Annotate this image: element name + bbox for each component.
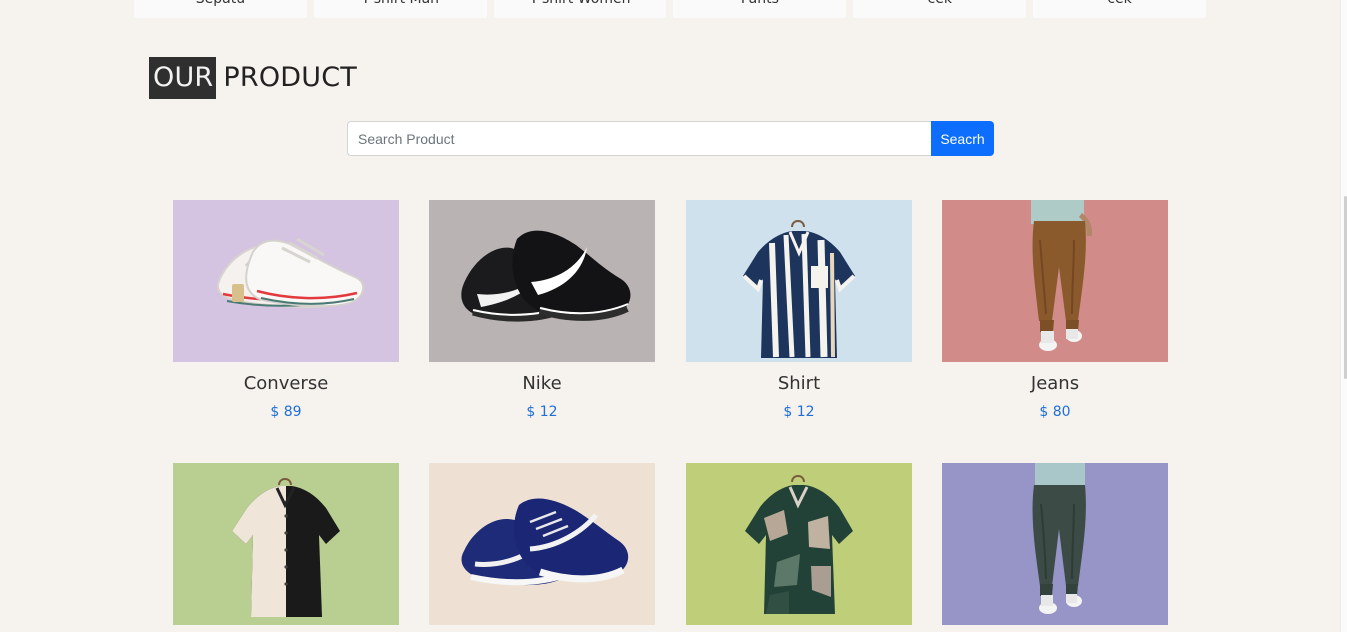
shirt-icon — [686, 463, 912, 625]
product-card[interactable]: Converse $ 89 — [173, 200, 399, 420]
search-bar: Seacrh — [347, 121, 994, 156]
sneaker-icon — [173, 200, 399, 362]
shirt-icon — [173, 463, 399, 625]
product-image[interactable] — [429, 463, 655, 625]
category-label: Pants — [673, 0, 846, 8]
search-button[interactable]: Seacrh — [931, 121, 994, 156]
category-card-sepatu[interactable]: Sepatu — [134, 0, 307, 18]
product-card[interactable] — [173, 463, 399, 625]
product-price: $ 12 — [526, 404, 558, 420]
category-label: T-shirt Women — [494, 0, 667, 8]
product-image[interactable] — [942, 200, 1168, 362]
category-label: cek — [853, 0, 1026, 8]
product-card[interactable]: Shirt $ 12 — [686, 200, 912, 420]
product-image[interactable] — [942, 463, 1168, 625]
product-image[interactable] — [686, 463, 912, 625]
category-label: T-shirt Man — [314, 0, 487, 8]
product-name[interactable]: Shirt — [686, 373, 912, 395]
product-price: $ 80 — [1039, 404, 1071, 420]
product-image[interactable] — [173, 463, 399, 625]
category-card-t-shirt-women[interactable]: T-shirt Women — [493, 0, 667, 18]
category-row: Sepatu T-shirt Man T-shirt Women Pants c… — [134, 0, 1206, 18]
category-label: Sepatu — [134, 0, 307, 8]
product-image[interactable] — [173, 200, 399, 362]
product-card[interactable]: Jeans $ 80 — [942, 200, 1168, 420]
product-name[interactable]: Nike — [429, 373, 655, 395]
section-title: OUR PRODUCT — [149, 57, 357, 99]
category-label: cek — [1033, 0, 1206, 8]
section-title-rest: PRODUCT — [223, 62, 357, 93]
trousers-icon — [942, 463, 1168, 625]
category-card-pants[interactable]: Pants — [673, 0, 847, 18]
trousers-icon — [942, 200, 1168, 362]
product-price: $ 12 — [783, 404, 815, 420]
sneaker-icon — [429, 463, 655, 625]
product-grid: Converse $ 89 Nike $ 12 Shirt $ 12 Jeans… — [173, 200, 1168, 632]
section-title-highlight: OUR — [149, 57, 217, 99]
product-card[interactable] — [686, 463, 912, 625]
product-name[interactable]: Converse — [173, 373, 399, 395]
product-card[interactable] — [942, 463, 1168, 625]
page-scrollbar[interactable] — [1340, 0, 1347, 632]
product-image[interactable] — [686, 200, 912, 362]
product-name[interactable]: Jeans — [942, 373, 1168, 395]
product-image[interactable] — [429, 200, 655, 362]
category-card-cek-2[interactable]: cek — [1033, 0, 1206, 18]
running-shoes-icon — [429, 200, 655, 362]
product-page: Sepatu T-shirt Man T-shirt Women Pants c… — [0, 0, 1347, 632]
category-card-cek-1[interactable]: cek — [853, 0, 1027, 18]
category-card-t-shirt-man[interactable]: T-shirt Man — [313, 0, 487, 18]
product-card[interactable] — [429, 463, 655, 625]
shirt-icon — [686, 200, 912, 362]
product-price: $ 89 — [270, 404, 302, 420]
product-card[interactable]: Nike $ 12 — [429, 200, 655, 420]
search-input[interactable] — [347, 121, 931, 156]
